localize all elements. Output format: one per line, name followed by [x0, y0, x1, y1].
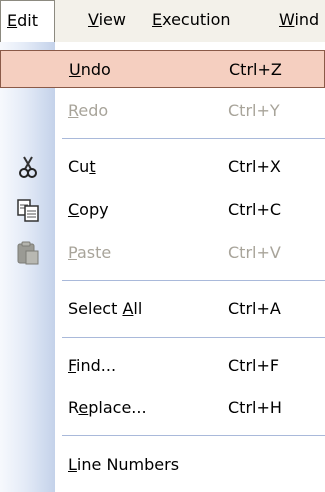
menu-item-copy[interactable]: Copy Ctrl+C	[0, 191, 325, 229]
menu-item-find[interactable]: Find... Ctrl+F	[0, 347, 325, 385]
menu-view-label: iew	[98, 10, 126, 29]
copy-icon	[15, 197, 41, 223]
menu-item-select-all[interactable]: Select All Ctrl+A	[0, 290, 325, 328]
separator	[62, 138, 325, 139]
clipboard-icon	[15, 240, 41, 266]
menu-item-paste[interactable]: Paste Ctrl+V	[0, 234, 325, 272]
separator	[62, 337, 325, 338]
select-all-label: Select All	[68, 299, 143, 318]
menu-window-mnemonic: W	[279, 10, 295, 29]
menu-bar: Edit View Execution Wind	[0, 0, 325, 43]
copy-shortcut: Ctrl+C	[228, 200, 282, 219]
cut-label: Cut	[68, 157, 96, 176]
undo-label: Undo	[69, 60, 111, 79]
menu-execution-mnemonic: E	[152, 10, 163, 29]
redo-label: Redo	[68, 101, 109, 120]
menu-item-line-numbers[interactable]: Line Numbers	[0, 446, 325, 484]
menu-window[interactable]: Wind	[279, 0, 319, 42]
menu-view[interactable]: View	[88, 0, 126, 42]
menu-execution-label: xecution	[162, 10, 231, 29]
menu-item-redo[interactable]: Redo Ctrl+Y	[0, 92, 325, 130]
menu-edit-label: dit	[17, 11, 38, 30]
separator	[62, 280, 325, 281]
replace-label: Replace...	[68, 398, 147, 417]
find-shortcut: Ctrl+F	[228, 356, 280, 375]
menu-edit[interactable]: Edit	[0, 0, 55, 42]
scissors-icon	[15, 154, 41, 180]
menu-item-undo[interactable]: Undo Ctrl+Z	[0, 50, 325, 88]
line-numbers-label: Line Numbers	[68, 455, 180, 474]
menu-execution[interactable]: Execution	[152, 0, 231, 42]
paste-label: Paste	[68, 243, 112, 262]
select-all-shortcut: Ctrl+A	[228, 299, 281, 318]
separator	[62, 435, 325, 436]
copy-label: Copy	[68, 200, 109, 219]
redo-shortcut: Ctrl+Y	[228, 101, 280, 120]
replace-shortcut: Ctrl+H	[228, 398, 282, 417]
menu-view-mnemonic: V	[88, 10, 99, 29]
menu-edit-mnemonic: E	[7, 11, 18, 30]
find-label: Find...	[68, 356, 117, 375]
menu-item-replace[interactable]: Replace... Ctrl+H	[0, 389, 325, 427]
undo-shortcut: Ctrl+Z	[229, 60, 282, 79]
paste-shortcut: Ctrl+V	[228, 243, 281, 262]
cut-shortcut: Ctrl+X	[228, 157, 281, 176]
menu-window-label: ind	[294, 10, 320, 29]
edit-menu-dropdown: Undo Ctrl+Z Redo Ctrl+Y Cut Ctrl+X Copy …	[0, 42, 325, 492]
menu-item-cut[interactable]: Cut Ctrl+X	[0, 148, 325, 186]
